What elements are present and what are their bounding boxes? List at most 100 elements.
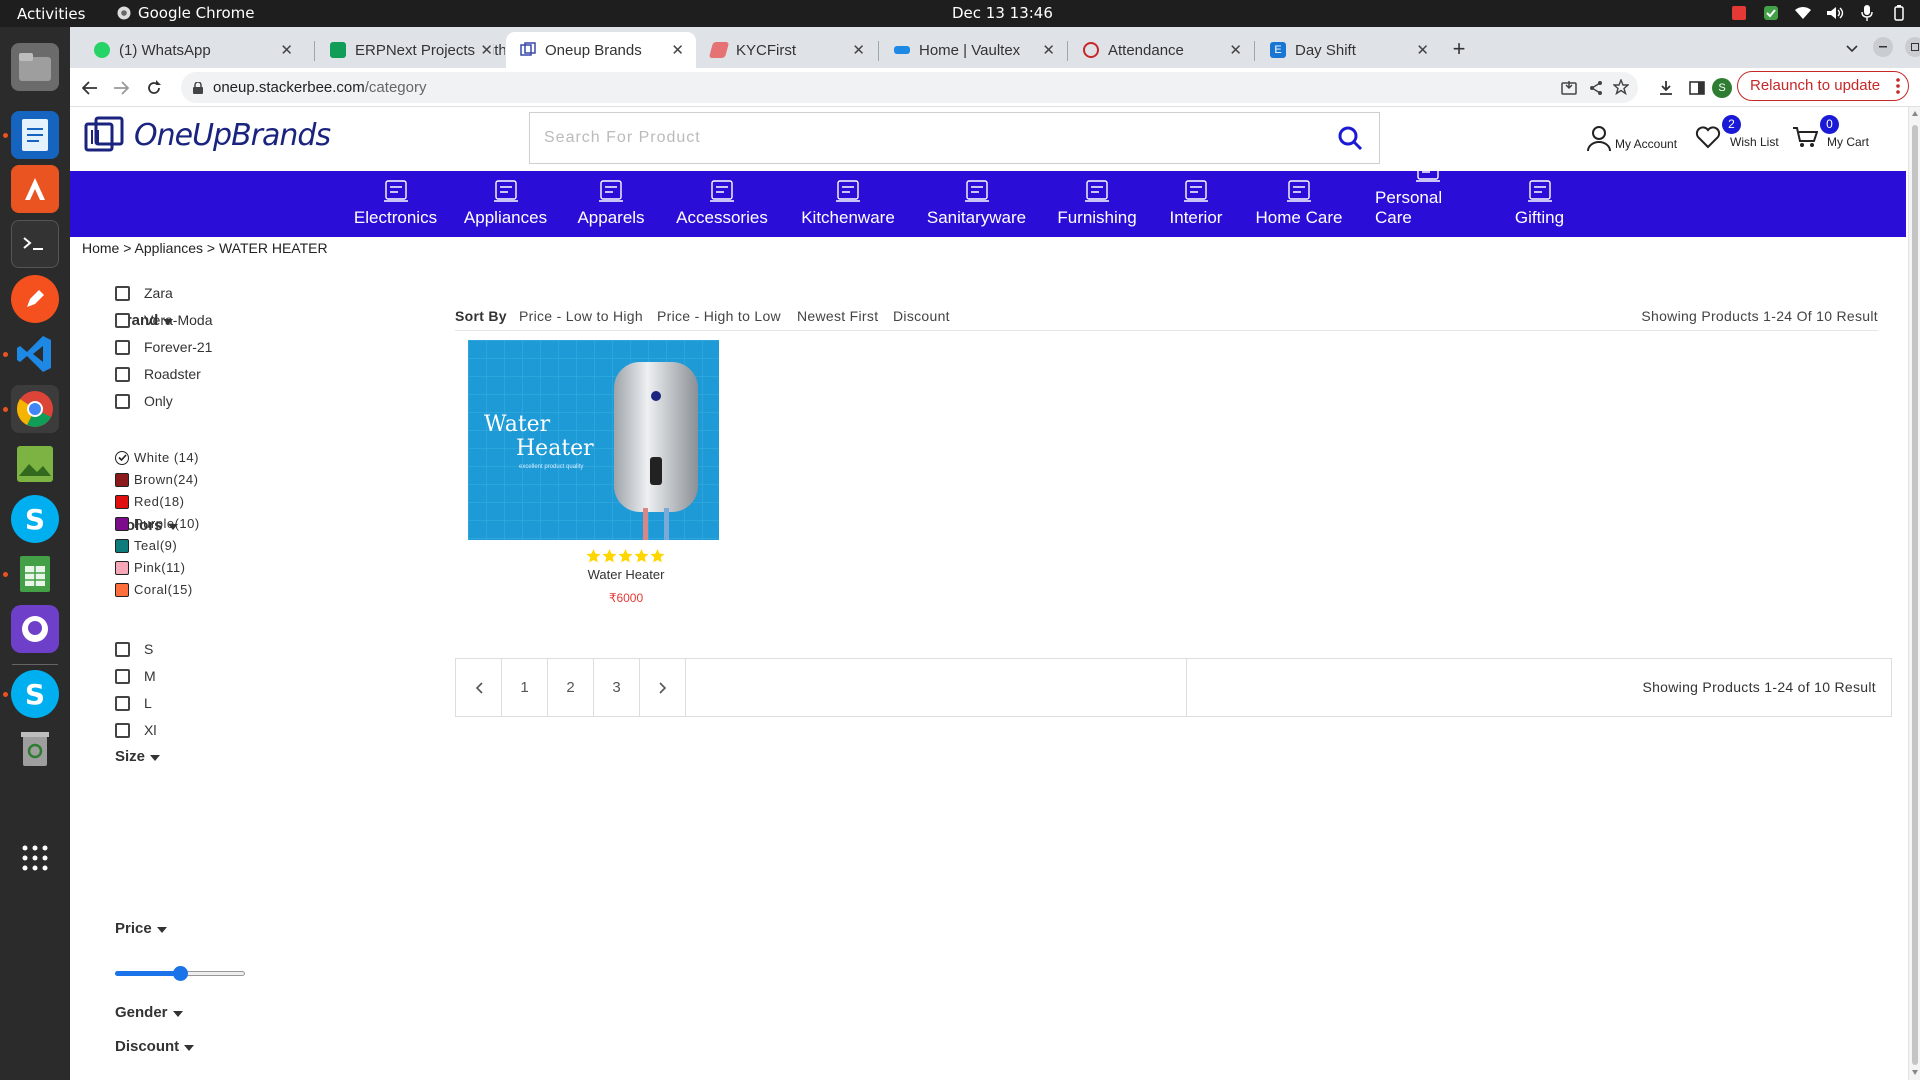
terminal-icon[interactable] [11, 220, 59, 268]
minimize-window-icon[interactable] [1873, 37, 1893, 57]
gender-filter-heading[interactable]: Gender [115, 1004, 183, 1021]
site-logo[interactable]: OneUpBrands [84, 116, 331, 154]
color-filter-option[interactable]: Pink(11) [115, 560, 185, 575]
size-filter-option[interactable]: L [115, 695, 152, 711]
price-range-slider[interactable] [115, 966, 245, 981]
wifi-icon[interactable] [1794, 4, 1812, 22]
price-filter-heading[interactable]: Price [115, 920, 167, 937]
tab-search-chevron-icon[interactable] [1840, 37, 1864, 61]
brand-filter-option[interactable]: Vera-Moda [115, 312, 212, 328]
size-filter-option[interactable]: Xl [115, 722, 156, 738]
category-accessories[interactable]: Accessories [676, 177, 768, 237]
tab-close-icon[interactable]: ✕ [1042, 41, 1055, 59]
category-gifting[interactable]: Gifting [1513, 177, 1566, 237]
microphone-icon[interactable] [1858, 4, 1876, 22]
product-name[interactable]: Water Heater [468, 567, 784, 582]
brand-filter-option[interactable]: Forever-21 [115, 339, 212, 355]
writer-icon[interactable] [11, 111, 59, 159]
address-bar[interactable]: oneup.stackerbee.com/category [181, 72, 1638, 103]
size-filter-heading[interactable]: Size [115, 748, 161, 765]
wish-list-link[interactable]: Wish List 2 [1695, 115, 1779, 149]
brand-filter-option[interactable]: Only [115, 393, 173, 409]
tab-close-icon[interactable]: ✕ [1416, 41, 1429, 59]
search-icon[interactable] [1337, 125, 1363, 151]
reload-icon[interactable] [142, 76, 166, 100]
checkbox[interactable] [115, 312, 130, 328]
sort-newest-first[interactable]: Newest First [797, 308, 878, 324]
tab-whatsapp[interactable]: (1) WhatsApp ✕ [80, 32, 305, 68]
back-arrow-icon[interactable] [78, 76, 102, 100]
tab-erpnext[interactable]: ERPNext Projects Githu ✕ [316, 32, 505, 68]
show-apps-grid-icon[interactable] [11, 834, 59, 882]
scroll-down-arrow-icon[interactable] [1912, 1070, 1918, 1075]
product-card[interactable]: Water Heater excellent product quality W… [468, 340, 719, 610]
color-filter-option[interactable]: Teal(9) [115, 538, 177, 553]
shield-check-icon[interactable] [1762, 4, 1780, 22]
checkbox[interactable] [115, 722, 130, 738]
category-personal-care[interactable]: Personal Care [1375, 157, 1481, 237]
scroll-up-arrow-icon[interactable] [1912, 111, 1918, 116]
sort-price-low-high[interactable]: Price - Low to High [519, 308, 643, 324]
category-electronics[interactable]: Electronics [348, 177, 443, 237]
search-input[interactable] [530, 113, 1300, 163]
active-app-menu[interactable]: Google Chrome [117, 4, 255, 22]
side-panel-icon[interactable] [1685, 76, 1709, 100]
category-interior[interactable]: Interior [1169, 177, 1223, 237]
checkbox[interactable] [115, 339, 130, 355]
category-kitchenware[interactable]: Kitchenware [800, 177, 896, 237]
category-sanitaryware[interactable]: Sanitaryware [927, 177, 1026, 237]
next-page-chevron-icon[interactable] [640, 659, 686, 716]
color-swatch-checkbox[interactable] [115, 472, 129, 487]
previous-page-chevron-icon[interactable] [456, 659, 502, 716]
sort-discount[interactable]: Discount [893, 308, 950, 324]
slider-thumb[interactable] [173, 966, 188, 981]
color-swatch-checkbox[interactable] [115, 582, 129, 597]
scroll-thumb[interactable] [1912, 125, 1918, 1065]
tab-kycfirst[interactable]: KYCFirst ✕ [697, 32, 877, 68]
chrome-dock-icon[interactable] [11, 385, 59, 433]
color-swatch-checkbox[interactable] [115, 516, 129, 531]
skype-icon[interactable]: S [11, 495, 59, 543]
checkbox[interactable] [115, 366, 130, 382]
tab-close-icon[interactable]: ✕ [852, 41, 865, 59]
activities-button[interactable]: Activities [17, 5, 85, 23]
vscode-icon[interactable] [11, 330, 59, 378]
bookmark-star-icon[interactable] [1613, 79, 1629, 95]
trash-icon[interactable] [11, 725, 59, 773]
color-swatch-checkbox[interactable] [115, 494, 129, 509]
maximize-window-icon[interactable] [1905, 37, 1920, 57]
category-apparels[interactable]: Apparels [577, 177, 645, 237]
share-icon[interactable] [1588, 80, 1604, 96]
page-1-button[interactable]: 1 [502, 659, 548, 716]
files-icon[interactable] [11, 43, 59, 91]
color-swatch-checkbox[interactable] [115, 450, 129, 465]
category-furnishing[interactable]: Furnishing [1057, 177, 1137, 237]
size-filter-option[interactable]: S [115, 641, 153, 657]
my-cart-link[interactable]: My Cart 0 [1792, 115, 1869, 149]
color-filter-option[interactable]: Purple(10) [115, 516, 200, 531]
size-filter-option[interactable]: M [115, 668, 156, 684]
forward-arrow-icon[interactable] [109, 76, 133, 100]
tab-vaultex[interactable]: Home | Vaultex ✕ [880, 32, 1067, 68]
tab-oneup-brands[interactable]: Oneup Brands ✕ [506, 32, 696, 68]
category-home-care[interactable]: Home Care [1255, 177, 1343, 237]
github-desktop-icon[interactable] [11, 605, 59, 653]
system-tray[interactable] [1730, 4, 1908, 22]
profile-avatar[interactable]: S [1712, 78, 1732, 98]
tab-close-icon[interactable]: ✕ [280, 41, 293, 59]
downloads-icon[interactable] [1654, 76, 1678, 100]
pencil-app-icon[interactable] [11, 275, 59, 323]
tab-close-icon[interactable]: ✕ [1229, 41, 1242, 59]
image-viewer-icon[interactable] [11, 440, 59, 488]
tab-day-shift[interactable]: E Day Shift ✕ [1256, 32, 1441, 68]
discount-filter-heading[interactable]: Discount [115, 1038, 195, 1055]
color-filter-option[interactable]: Red(18) [115, 494, 184, 509]
checkbox[interactable] [115, 695, 130, 711]
brand-filter-option[interactable]: Roadster [115, 366, 201, 382]
checkbox[interactable] [115, 668, 130, 684]
color-filter-option[interactable]: Brown(24) [115, 472, 198, 487]
tab-close-icon[interactable]: ✕ [477, 41, 493, 59]
tab-attendance[interactable]: Attendance ✕ [1069, 32, 1254, 68]
checkbox[interactable] [115, 641, 130, 657]
page-scrollbar[interactable] [1908, 107, 1920, 1080]
